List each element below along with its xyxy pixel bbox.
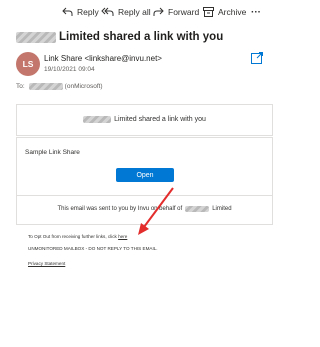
forward-icon bbox=[153, 7, 164, 16]
sender-avatar[interactable]: LS bbox=[16, 52, 40, 76]
sender-address[interactable]: Link Share <linkshare@invu.net> bbox=[44, 54, 162, 63]
opt-out-link[interactable]: here bbox=[118, 234, 127, 239]
shared-notice: Limited shared a link with you bbox=[17, 116, 272, 123]
privacy-statement-link[interactable]: Privacy Statement bbox=[28, 261, 65, 266]
reply-all-button[interactable]: Reply all bbox=[101, 5, 151, 19]
archive-button[interactable]: Archive bbox=[203, 5, 246, 19]
open-button[interactable]: Open bbox=[116, 168, 174, 182]
link-share-name: Sample Link Share bbox=[25, 149, 80, 156]
reply-icon bbox=[62, 7, 73, 16]
unmonitored-notice: UNMONITORED MAILBOX - DO NOT REPLY TO TH… bbox=[28, 246, 158, 251]
redacted-company-name bbox=[83, 116, 112, 123]
red-arrow-annotation bbox=[138, 187, 174, 235]
sent-date: 19/10/2021 09:04 bbox=[44, 66, 95, 73]
redacted-company-name bbox=[16, 31, 56, 43]
forward-label: Forward bbox=[168, 7, 200, 17]
reply-button[interactable]: Reply bbox=[62, 5, 99, 19]
archive-icon bbox=[203, 7, 214, 17]
privacy-line: Privacy Statement bbox=[28, 261, 65, 266]
more-options-button[interactable]: ··· bbox=[251, 5, 261, 19]
reply-label: Reply bbox=[77, 7, 99, 17]
shared-notice-text: Limited shared a link with you bbox=[114, 116, 206, 123]
message-toolbar: Reply Reply all Forward Archive ··· bbox=[0, 0, 287, 24]
redacted-recipient bbox=[28, 83, 63, 90]
forward-button[interactable]: Forward bbox=[153, 5, 199, 19]
to-label: To: bbox=[16, 83, 25, 90]
sent-by-suffix: Limited bbox=[212, 206, 232, 212]
subject-row: Limited shared a link with you bbox=[16, 29, 277, 45]
redacted-company-name bbox=[185, 206, 210, 212]
reply-all-icon bbox=[101, 7, 114, 16]
recipient-suffix: (onMicrosoft) bbox=[64, 83, 103, 90]
opt-out-line: To Opt Out from receiving further links,… bbox=[28, 234, 127, 239]
popout-icon[interactable] bbox=[251, 52, 263, 64]
archive-label: Archive bbox=[218, 7, 247, 17]
opt-out-text: To Opt Out from receiving further links,… bbox=[28, 234, 117, 239]
reply-all-label: Reply all bbox=[118, 7, 151, 17]
share-header-card: Limited shared a link with you bbox=[16, 104, 273, 136]
email-subject: Limited shared a link with you bbox=[59, 31, 224, 43]
recipient-row: To: (onMicrosoft) bbox=[16, 83, 103, 90]
